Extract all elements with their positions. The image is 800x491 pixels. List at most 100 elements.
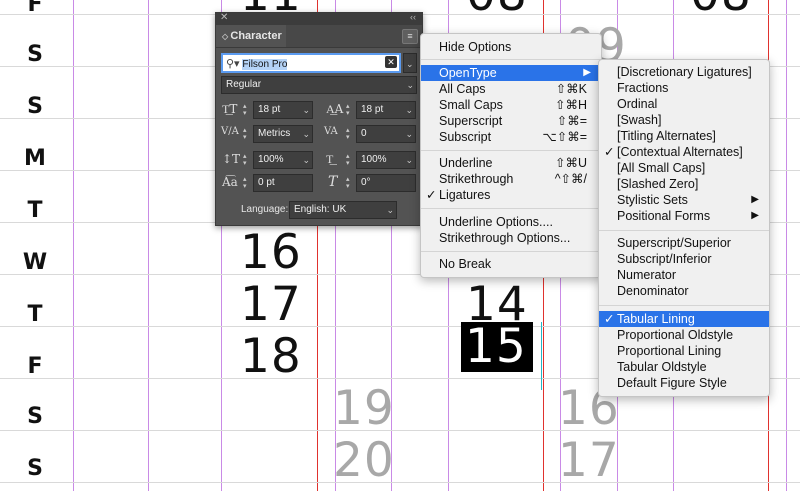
horizontal-scale-icon: T͟: [326, 152, 334, 166]
chevron-down-icon: ⌄: [405, 105, 413, 115]
font-style-value: Regular: [226, 79, 262, 90]
tracking-stepper[interactable]: ▴ ▾: [346, 127, 350, 141]
menu-item-discretionary-ligatures[interactable]: [Discretionary Ligatures]: [599, 64, 769, 80]
checkmark-icon: ✓: [604, 145, 615, 159]
font-size-stepper[interactable]: ▴ ▾: [243, 103, 247, 117]
menu-item-slashed-zero[interactable]: [Slashed Zero]: [599, 176, 769, 192]
menu-item-positional-forms[interactable]: Positional Forms ▶: [599, 208, 769, 224]
menu-item-label: Tabular Lining: [617, 312, 695, 326]
menu-item-label: Stylistic Sets: [617, 193, 688, 207]
menu-item-numerator[interactable]: Numerator: [599, 267, 769, 283]
menu-item-ordinal[interactable]: Ordinal: [599, 96, 769, 112]
character-panel: ✕ ‹‹ ◇ Character ≡ ⚲▾ Filson Pro ✕ ⌄ Reg…: [215, 12, 423, 226]
menu-item-label: Strikethrough: [439, 172, 514, 186]
collapse-icon[interactable]: ‹‹: [410, 12, 416, 22]
menu-item-label: OpenType: [439, 66, 497, 80]
font-size-field[interactable]: 18 pt ⌄: [253, 101, 313, 119]
close-icon[interactable]: ✕: [220, 12, 228, 23]
menu-item-proportional-oldstyle[interactable]: Proportional Oldstyle: [599, 327, 769, 343]
menu-item-label: Small Caps: [439, 98, 503, 112]
menu-item-subscript-inferior[interactable]: Subscript/Inferior: [599, 251, 769, 267]
tab-character-label: Character: [230, 30, 282, 42]
menu-item-all-small-caps[interactable]: [All Small Caps]: [599, 160, 769, 176]
tab-character[interactable]: ◇ Character: [216, 25, 286, 47]
menu-item-small-caps[interactable]: Small Caps ⇧⌘H: [421, 97, 601, 113]
tracking-field[interactable]: 0 ⌄: [356, 125, 416, 143]
menu-item-stylistic-sets[interactable]: Stylistic Sets ▶: [599, 192, 769, 208]
menu-item-ligatures[interactable]: ✓ Ligatures: [421, 187, 601, 203]
chevron-down-icon: ⌄: [405, 129, 413, 139]
menu-separator: [421, 251, 601, 252]
chevron-down-icon: ⌄: [302, 129, 310, 139]
menu-item-label: Subscript: [439, 130, 492, 144]
search-icon: ⚲▾: [226, 58, 240, 70]
language-select[interactable]: English: UK ⌄: [289, 201, 397, 219]
menu-item-fractions[interactable]: Fractions: [599, 80, 769, 96]
menu-separator: [421, 150, 601, 151]
menu-item-label: [Contextual Alternates]: [617, 145, 743, 159]
horizontal-scale-stepper[interactable]: ▴ ▾: [346, 153, 350, 167]
font-family-dropdown[interactable]: ⌄: [403, 53, 417, 73]
menu-item-label: Default Figure Style: [617, 376, 727, 390]
skew-stepper[interactable]: ▴ ▾: [346, 176, 350, 190]
selected-date-number[interactable]: 15: [461, 322, 533, 372]
baseline-shift-stepper[interactable]: ▴ ▾: [243, 176, 247, 190]
menu-item-label: Underline Options....: [439, 215, 553, 229]
kerning-stepper[interactable]: ▴ ▾: [243, 127, 247, 141]
menu-item-shortcut: ^⇧⌘/: [554, 172, 587, 186]
menu-item-titling-alternates[interactable]: [Titling Alternates]: [599, 128, 769, 144]
menu-item-strikethrough-options[interactable]: Strikethrough Options...: [421, 230, 601, 246]
menu-item-proportional-lining[interactable]: Proportional Lining: [599, 343, 769, 359]
kerning-icon: V/A: [221, 126, 239, 137]
menu-item-shortcut: ⇧⌘U: [554, 156, 587, 170]
day-letter: S: [27, 404, 43, 429]
language-label: Language:: [241, 204, 289, 215]
menu-separator: [599, 230, 769, 231]
vertical-scale-value: 100%: [258, 154, 284, 165]
menu-item-swash[interactable]: [Swash]: [599, 112, 769, 128]
menu-item-contextual-alternates[interactable]: ✓ [Contextual Alternates]: [599, 144, 769, 160]
day-letter: F: [27, 354, 43, 379]
horizontal-scale-field[interactable]: 100% ⌄: [356, 151, 416, 169]
skew-value: 0°: [361, 177, 371, 188]
kerning-field[interactable]: Metrics ⌄: [253, 125, 313, 143]
clear-icon[interactable]: ✕: [385, 56, 397, 68]
font-family-field[interactable]: ⚲▾ Filson Pro ✕: [221, 53, 401, 73]
menu-item-superscript[interactable]: Superscript ⇧⌘=: [421, 113, 601, 129]
date-number: 08: [690, 0, 752, 20]
menu-item-denominator[interactable]: Denominator: [599, 283, 769, 299]
menu-item-underline-options[interactable]: Underline Options....: [421, 214, 601, 230]
menu-item-no-break[interactable]: No Break: [421, 256, 601, 272]
column-guide: [786, 0, 787, 491]
vertical-scale-stepper[interactable]: ▴ ▾: [243, 153, 247, 167]
menu-item-tabular-oldstyle[interactable]: Tabular Oldstyle: [599, 359, 769, 375]
menu-item-opentype[interactable]: OpenType ▶: [421, 65, 601, 81]
leading-stepper[interactable]: ▴ ▾: [346, 103, 350, 117]
day-letter: M: [24, 146, 46, 171]
menu-item-tabular-lining[interactable]: ✓ Tabular Lining: [599, 311, 769, 327]
skew-field[interactable]: 0°: [356, 174, 416, 192]
chevron-down-icon: ⌄: [405, 155, 413, 165]
opentype-submenu: [Discretionary Ligatures] Fractions Ordi…: [598, 59, 770, 397]
vertical-scale-field[interactable]: 100% ⌄: [253, 151, 313, 169]
menu-item-hide-options[interactable]: Hide Options: [421, 39, 601, 55]
font-style-select[interactable]: Regular ⌄: [221, 76, 417, 94]
baseline-shift-field[interactable]: 0 pt: [253, 174, 313, 192]
menu-item-label: [All Small Caps]: [617, 161, 706, 175]
menu-item-label: Superscript/Superior: [617, 236, 731, 250]
chevron-down-icon: ⌄: [386, 205, 394, 215]
menu-item-underline[interactable]: Underline ⇧⌘U: [421, 155, 601, 171]
menu-item-strikethrough[interactable]: Strikethrough ^⇧⌘/: [421, 171, 601, 187]
leading-icon: A͟A: [326, 102, 344, 116]
panel-titlebar[interactable]: ✕ ‹‹: [216, 12, 422, 25]
panel-menu-icon[interactable]: ≡: [402, 29, 418, 44]
checkmark-icon: ✓: [426, 188, 437, 202]
menu-item-label: Numerator: [617, 268, 677, 282]
date-number: 17: [558, 433, 620, 488]
menu-item-all-caps[interactable]: All Caps ⇧⌘K: [421, 81, 601, 97]
menu-item-superscript-superior[interactable]: Superscript/Superior: [599, 235, 769, 251]
submenu-arrow-icon: ▶: [751, 194, 759, 205]
menu-item-subscript[interactable]: Subscript ⌥⇧⌘=: [421, 129, 601, 145]
menu-item-default-figure-style[interactable]: Default Figure Style: [599, 375, 769, 391]
leading-field[interactable]: 18 pt ⌄: [356, 101, 416, 119]
